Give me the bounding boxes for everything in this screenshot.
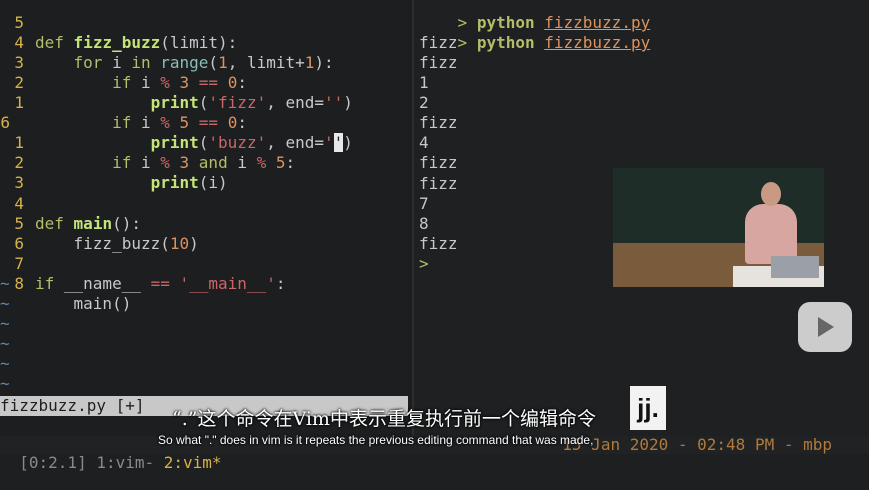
code-line: 4 def main(): bbox=[14, 194, 141, 233]
code-line: 7 if __name__ == '__main__': bbox=[14, 254, 286, 293]
text-cursor: ' bbox=[333, 133, 344, 152]
terminal-output-line: fizz bbox=[419, 113, 458, 132]
empty-line-tilde: ~ bbox=[0, 374, 10, 393]
subtitle-chinese: “.”这个命令在Vim中表示重复执行前一个编辑命令 bbox=[172, 408, 596, 430]
code-line: 6 bbox=[14, 234, 24, 253]
empty-line-tilde: ~ bbox=[0, 354, 10, 373]
terminal-output-line: fizz bbox=[419, 174, 458, 193]
code-line: 2 print('fizz', end='') bbox=[14, 73, 353, 112]
code-line: 5 def fizz_buzz(limit): bbox=[14, 13, 238, 52]
lecturer-body bbox=[745, 204, 797, 264]
code-line: 2 print(i) bbox=[14, 153, 228, 192]
terminal-command-line: > python fizzbuzz.py bbox=[457, 13, 651, 32]
lecturer-head bbox=[761, 182, 781, 206]
terminal-prompt[interactable]: > bbox=[419, 254, 429, 274]
code-line: 4 for i in range(1, limit+1): bbox=[14, 33, 334, 72]
code-line-current: 6 print('buzz', end='') bbox=[0, 113, 353, 152]
tmux-datetime: 15 Jan 2020 - 02:48 PM - mbp bbox=[562, 435, 832, 454]
subtitle-english: So what "." does in vim is it repeats th… bbox=[158, 433, 594, 447]
empty-line-tilde: ~ bbox=[0, 274, 10, 293]
terminal-output-line: fizz bbox=[419, 53, 458, 72]
terminal-output-line: 2 bbox=[419, 93, 429, 112]
empty-line-tilde: ~ bbox=[0, 314, 10, 333]
terminal-output-line: fizz bbox=[419, 153, 458, 172]
code-line: 1 if i % 5 == 0: bbox=[14, 93, 247, 132]
code-line: 5 fizz_buzz(10) bbox=[14, 214, 199, 253]
terminal-output-line: fizz bbox=[419, 33, 458, 52]
tmux-current-window[interactable]: 2:vim* bbox=[164, 453, 222, 472]
terminal-output-line: 7 bbox=[419, 194, 429, 213]
bilibili-tv-icon bbox=[798, 302, 852, 352]
terminal-command-line: > python fizzbuzz.py bbox=[457, 33, 651, 52]
lecturer-video-overlay bbox=[613, 168, 824, 287]
vim-editor-pane[interactable]: 5 def fizz_buzz(limit): 4 for i in range… bbox=[0, 0, 412, 454]
empty-line-tilde: ~ bbox=[0, 334, 10, 353]
terminal-output-line: 1 bbox=[419, 73, 429, 92]
terminal-output-line: fizz bbox=[419, 234, 458, 253]
watermark-logo: jj. bbox=[630, 386, 666, 430]
tmux-session-windows: [0:2.1] 1:vim- bbox=[19, 453, 164, 472]
code-line: 1 if i % 3 and i % 5: bbox=[14, 133, 296, 172]
play-icon bbox=[818, 317, 834, 337]
code-line: 3 bbox=[14, 173, 24, 192]
code-line: 8 main() bbox=[14, 274, 132, 313]
terminal-output-line: 4 bbox=[419, 133, 429, 152]
terminal-output-line: 8 bbox=[419, 214, 429, 233]
empty-line-tilde: ~ bbox=[0, 294, 10, 313]
code-line: 3 if i % 3 == 0: bbox=[14, 53, 247, 92]
laptop bbox=[771, 256, 819, 278]
